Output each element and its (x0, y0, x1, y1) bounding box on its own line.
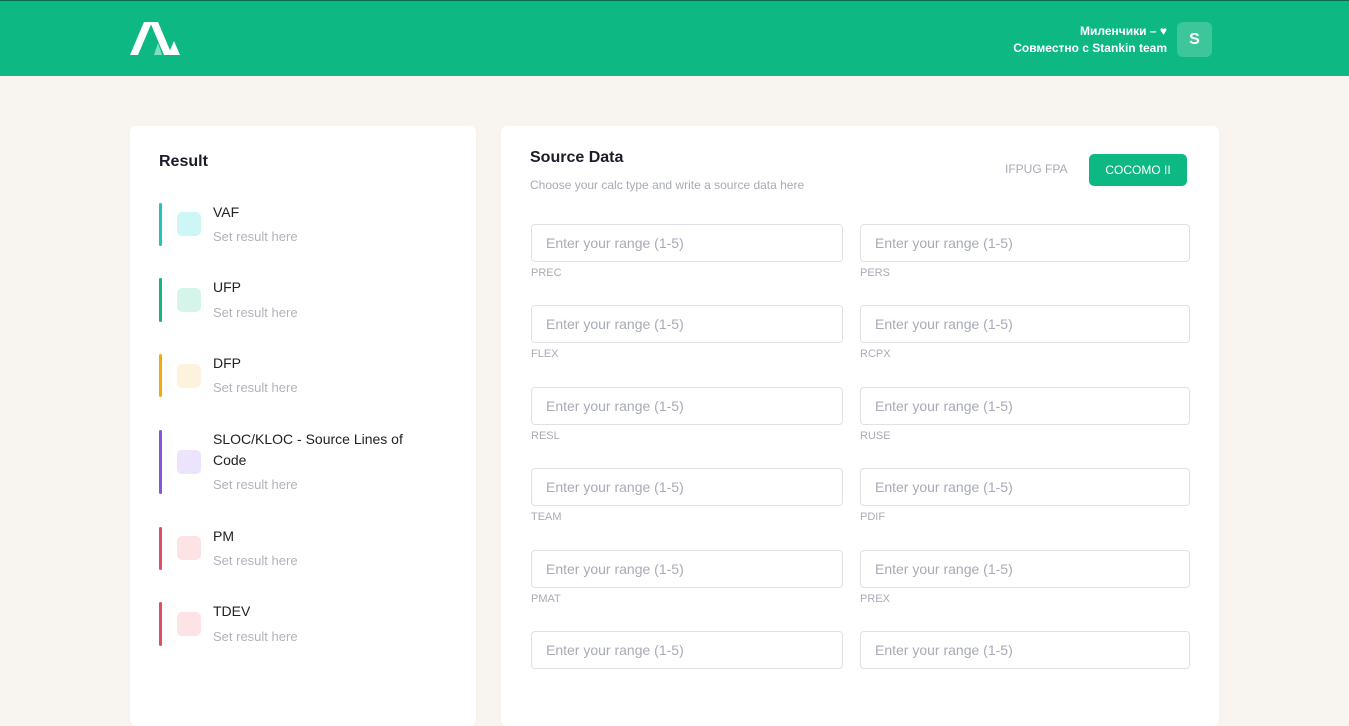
field-ruse: RUSE (860, 387, 1190, 442)
result-value: Set result here (213, 629, 298, 644)
result-bar (159, 203, 162, 246)
field-resl: RESL (531, 387, 843, 442)
field-pmat: PMAT (531, 550, 843, 605)
result-swatch (177, 450, 201, 474)
field-label: FLEX (531, 348, 559, 360)
result-name: UFP (213, 279, 241, 295)
field-label: PDIF (860, 511, 886, 523)
prex-input[interactable] (860, 550, 1190, 588)
app-logo[interactable] (130, 21, 180, 57)
user-info: Миленчики – ♥ Совместно с Stankin team (1013, 23, 1167, 57)
pers-input[interactable] (860, 224, 1190, 262)
tab-ifpug-fpa[interactable]: IFPUG FPA (1005, 162, 1067, 176)
result-name: DFP (213, 355, 241, 371)
result-bar (159, 602, 162, 646)
field-prex: PREX (860, 550, 1190, 605)
source-subtitle: Choose your calc type and write a source… (530, 178, 805, 192)
field-label: RUSE (860, 430, 891, 442)
field-label: PREC (531, 267, 562, 279)
field-next-left (531, 631, 843, 674)
result-swatch (177, 212, 201, 236)
resl-input[interactable] (531, 387, 843, 425)
field-prec: PREC (531, 224, 843, 279)
field-flex: FLEX (531, 305, 843, 360)
avatar[interactable]: S (1177, 22, 1212, 57)
ruse-input[interactable] (860, 387, 1190, 425)
result-swatch (177, 536, 201, 560)
team-credit: Совместно с Stankin team (1013, 41, 1167, 55)
result-value: Set result here (213, 477, 298, 492)
field-team: TEAM (531, 468, 843, 523)
result-swatch (177, 364, 201, 388)
result-swatch (177, 288, 201, 312)
result-bar (159, 354, 162, 397)
field-label: PERS (860, 267, 890, 279)
result-bar (159, 430, 162, 494)
field-label: PMAT (531, 593, 561, 605)
result-name: SLOC/KLOC - Source Lines of Code (213, 431, 403, 468)
source-panel: Source Data Choose your calc type and wr… (501, 126, 1219, 726)
result-value: Set result here (213, 229, 298, 244)
pmat-input[interactable] (531, 550, 843, 588)
result-name: VAF (213, 204, 240, 220)
field-label: TEAM (531, 511, 562, 523)
result-title: Result (159, 153, 208, 170)
team-input[interactable] (531, 468, 843, 506)
field-pers: PERS (860, 224, 1190, 279)
result-swatch (177, 612, 201, 636)
next-right-input[interactable] (860, 631, 1190, 669)
user-name: Миленчики – ♥ (1080, 24, 1167, 38)
result-bar (159, 527, 162, 570)
prec-input[interactable] (531, 224, 843, 262)
next-left-input[interactable] (531, 631, 843, 669)
source-title: Source Data (530, 149, 624, 166)
result-name: TDEV (213, 603, 251, 619)
result-value: Set result here (213, 553, 298, 568)
field-label: PREX (860, 593, 890, 605)
field-next-right (860, 631, 1190, 674)
result-panel: Result VAF Set result here UFP Set resul… (130, 126, 476, 726)
field-rcpx: RCPX (860, 305, 1190, 360)
field-pdif: PDIF (860, 468, 1190, 523)
result-value: Set result here (213, 380, 298, 395)
rcpx-input[interactable] (860, 305, 1190, 343)
field-label: RCPX (860, 348, 891, 360)
result-name: PM (213, 528, 234, 544)
result-bar (159, 278, 162, 322)
top-bar: Миленчики – ♥ Совместно с Stankin team S (0, 0, 1349, 76)
tab-cocomo-ii[interactable]: COCOMO II (1089, 154, 1187, 186)
flex-input[interactable] (531, 305, 843, 343)
field-label: RESL (531, 430, 560, 442)
result-value: Set result here (213, 305, 298, 320)
pdif-input[interactable] (860, 468, 1190, 506)
